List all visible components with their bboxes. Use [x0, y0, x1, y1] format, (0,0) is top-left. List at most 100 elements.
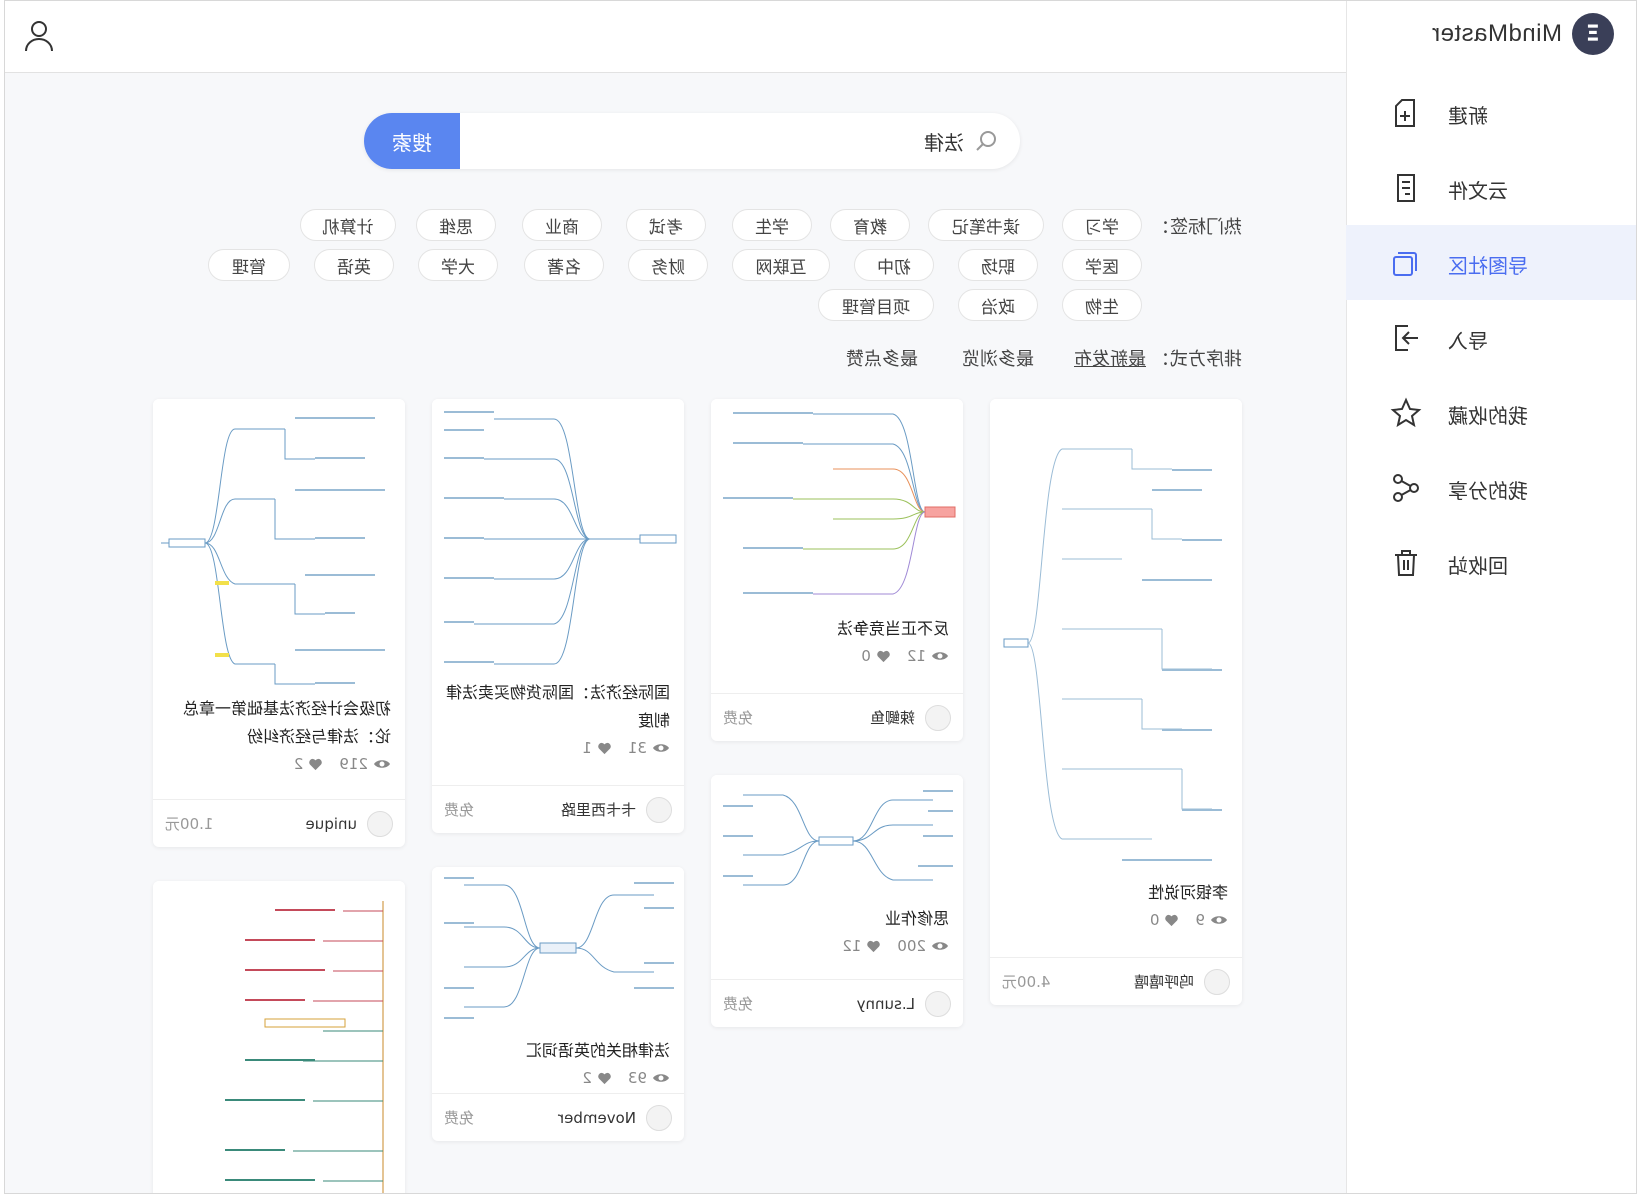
tag[interactable]: 大学 [418, 249, 498, 281]
mindmap-thumbnail [153, 881, 405, 1193]
tag[interactable]: 计算机 [300, 209, 396, 241]
tag[interactable]: 生物 [1062, 289, 1142, 321]
card-stats: 9 0 [990, 907, 1242, 933]
heart-icon [1165, 914, 1179, 926]
card-title: 初级会计经济法基础第一章总论：法律与经济纠纷 [182, 699, 391, 746]
mindmap-card[interactable]: 思修作业 200 12 L.sunny 免费 [711, 775, 963, 1027]
author-name[interactable]: 卡卡西里路 [561, 799, 636, 820]
tag[interactable]: 商业 [522, 209, 602, 241]
user-icon[interactable] [21, 17, 57, 53]
sidebar-item-community[interactable]: 导图社区 [1346, 225, 1636, 300]
tag[interactable]: 互联网 [732, 249, 830, 281]
search-button[interactable]: 搜索 [364, 113, 460, 169]
tag[interactable]: 财务 [628, 249, 708, 281]
sort-option-newest[interactable]: 最新发布 [1074, 345, 1146, 371]
price: 1.00元 [165, 815, 214, 833]
mindmap-card[interactable]: 李银河说性 9 0 呜呼嘻嘻 4.00元 [990, 399, 1242, 1005]
mindmap-card[interactable]: 初级会计经济法基础第一章总论：法律与经济纠纷 219 2 unique 1.00… [153, 399, 405, 847]
mindmap-thumbnail [990, 399, 1242, 879]
tag[interactable]: 考试 [626, 209, 706, 241]
search-input[interactable] [484, 125, 964, 157]
card-stats: 12 0 [711, 643, 963, 669]
mindmap-thumbnail [432, 867, 684, 1037]
price: 免费 [444, 801, 475, 819]
logo-text: MindMaster [1431, 20, 1562, 47]
mindmap-card[interactable] [153, 881, 405, 1193]
sort-option-most-viewed[interactable]: 最多浏览 [962, 345, 1034, 371]
avatar [925, 704, 951, 731]
star-icon [1390, 397, 1422, 428]
tag[interactable]: 学生 [732, 209, 812, 241]
avatar [367, 810, 393, 837]
card-footer: unique 1.00元 [153, 799, 405, 847]
views-count: 200 [897, 937, 926, 955]
views-count: 31 [627, 739, 647, 757]
eye-icon [653, 744, 669, 752]
heart-icon [877, 650, 890, 662]
sidebar-item-import[interactable]: 导入 [1346, 300, 1636, 375]
mindmap-thumbnail [432, 399, 684, 679]
sidebar-item-label: 我的分享 [1448, 479, 1528, 503]
mindmap-card[interactable]: 反不正当竞争法 12 0 辣鲫鱼 免费 [711, 399, 963, 741]
card-stats: 200 12 [711, 933, 963, 959]
author-name[interactable]: 辣鲫鱼 [870, 707, 915, 728]
mirrored-view: Ξ MindMaster 新建 云文件 导图社区 导入 我的收藏 我的分享 回收… [5, 1, 1636, 1193]
tag[interactable]: 名著 [524, 249, 604, 281]
tag[interactable]: 医学 [1062, 249, 1142, 281]
app-window: Ξ MindMaster 新建 云文件 导图社区 导入 我的收藏 我的分享 回收… [4, 0, 1637, 1194]
likes-count: 0 [861, 647, 871, 665]
likes-count: 0 [1149, 911, 1160, 929]
card-title: 思修作业 [884, 909, 949, 928]
card-footer: L.sunny 免费 [711, 979, 963, 1027]
heart-icon [867, 940, 881, 952]
views-stat: 12 [907, 647, 949, 665]
logo: Ξ MindMaster [1432, 13, 1614, 55]
tag[interactable]: 初中 [854, 249, 934, 281]
mindmap-card[interactable]: 国际经济法：国际货物买卖法律制度 31 1 卡卡西里路 免费 [432, 399, 684, 833]
mindmap-card[interactable]: 法律相关的英语词汇 93 2 November 免费 [432, 867, 684, 1141]
tag[interactable]: 职场 [958, 249, 1038, 281]
likes-stat: 12 [842, 937, 881, 955]
tag[interactable]: 英语 [314, 249, 394, 281]
author-name[interactable]: November [558, 1109, 636, 1127]
card-stats: 219 2 [153, 751, 405, 777]
sidebar-item-label: 导图社区 [1448, 254, 1528, 278]
likes-stat: 2 [294, 755, 324, 773]
author-name[interactable]: 呜呼嘻嘻 [1134, 971, 1194, 992]
author-name[interactable]: L.sunny [857, 995, 915, 1013]
sidebar-item-trash[interactable]: 回收站 [1346, 525, 1636, 600]
avatar [925, 990, 951, 1017]
sidebar-item-new[interactable]: 新建 [1346, 75, 1636, 150]
likes-count: 12 [842, 937, 862, 955]
sidebar-nav: 新建 云文件 导图社区 导入 我的收藏 我的分享 回收站 [1346, 75, 1636, 600]
tag[interactable]: 教育 [830, 209, 910, 241]
sidebar-item-favorites[interactable]: 我的收藏 [1346, 375, 1636, 450]
tag[interactable]: 管理 [208, 249, 290, 281]
author-name[interactable]: unique [306, 815, 357, 833]
avatar [646, 796, 672, 823]
tag[interactable]: 读书笔记 [928, 209, 1044, 241]
sidebar-item-label: 我的收藏 [1448, 404, 1528, 428]
eye-icon [932, 652, 948, 660]
sort-option-most-liked[interactable]: 最多点赞 [846, 345, 918, 371]
likes-stat: 2 [582, 1069, 612, 1087]
main-content: 搜索 热门标签： 学习 读书笔记 教育 学生 考试 商业 思维 计算机 医学 职… [5, 73, 1346, 1193]
tag[interactable]: 项目管理 [818, 289, 934, 321]
search-icon [976, 131, 996, 151]
sidebar-item-label: 回收站 [1448, 554, 1508, 578]
sidebar-item-label: 新建 [1448, 104, 1488, 128]
card-footer: November 免费 [432, 1093, 684, 1141]
tag[interactable]: 政治 [958, 289, 1038, 321]
views-count: 219 [339, 755, 368, 773]
sidebar-item-shares[interactable]: 我的分享 [1346, 450, 1636, 525]
import-icon [1395, 325, 1418, 351]
new-file-icon [1395, 99, 1415, 127]
trash-icon [1395, 550, 1417, 576]
tag[interactable]: 思维 [416, 209, 496, 241]
views-count: 12 [906, 647, 926, 665]
eye-icon [653, 1074, 669, 1082]
tag[interactable]: 学习 [1062, 209, 1142, 241]
price: 4.00元 [1002, 973, 1051, 991]
sidebar-item-cloud-files[interactable]: 云文件 [1346, 150, 1636, 225]
card-title: 国际经济法：国际货物买卖法律制度 [445, 683, 670, 730]
